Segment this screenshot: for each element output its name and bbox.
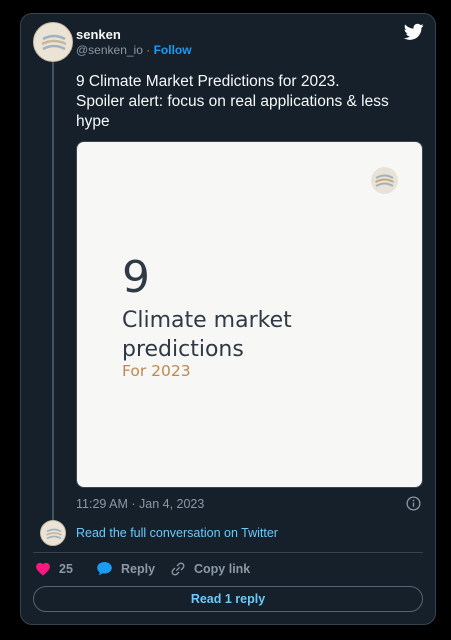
- link-icon: [171, 562, 185, 576]
- read-reply-label: Read 1 reply: [190, 592, 266, 606]
- reply-label: Reply: [121, 561, 156, 576]
- follow-button[interactable]: Follow: [154, 43, 192, 57]
- author-name[interactable]: senken: [76, 27, 121, 42]
- thread-line: [52, 62, 54, 520]
- copy-link-label: Copy link: [194, 562, 251, 576]
- tweet-text: 9 Climate Market Predictions for 2023. S…: [76, 72, 416, 132]
- author-handle[interactable]: @senken_io: [76, 43, 143, 57]
- like-count: 25: [59, 561, 73, 576]
- divider: [33, 552, 423, 553]
- image-number: 9: [122, 252, 150, 303]
- tweet-timestamp[interactable]: 11:29 AM · Jan 4, 2023: [76, 497, 204, 511]
- read-reply-button[interactable]: Read 1 reply: [33, 586, 423, 612]
- tweet-text-line: 9 Climate Market Predictions for 2023.: [76, 73, 340, 90]
- author-handle-line: @senken_io · Follow: [76, 43, 192, 57]
- heart-icon: [36, 562, 50, 576]
- tweet-image[interactable]: 9 Climate market predictions For 2023: [76, 141, 423, 488]
- image-title-line: predictions: [122, 337, 244, 362]
- tweet-text-line: hype: [76, 113, 110, 130]
- like-button[interactable]: 25: [35, 561, 73, 576]
- tweet-text-line: Spoiler alert: focus on real application…: [76, 93, 389, 110]
- info-icon[interactable]: [406, 496, 421, 511]
- copy-link-button[interactable]: Copy link: [170, 561, 250, 577]
- author-avatar[interactable]: [33, 22, 73, 62]
- image-subtitle: For 2023: [122, 362, 191, 380]
- image-title-line: Climate market: [122, 308, 292, 333]
- image-title: Climate market predictions: [122, 306, 292, 364]
- speech-bubble-icon: [97, 562, 112, 576]
- senken-logo-icon: [371, 167, 398, 194]
- conversation-avatar[interactable]: [40, 520, 66, 546]
- read-full-conversation-link[interactable]: Read the full conversation on Twitter: [76, 526, 278, 540]
- handle-separator: ·: [146, 43, 151, 57]
- reply-button[interactable]: Reply: [96, 561, 155, 576]
- twitter-bird-icon[interactable]: [404, 23, 424, 41]
